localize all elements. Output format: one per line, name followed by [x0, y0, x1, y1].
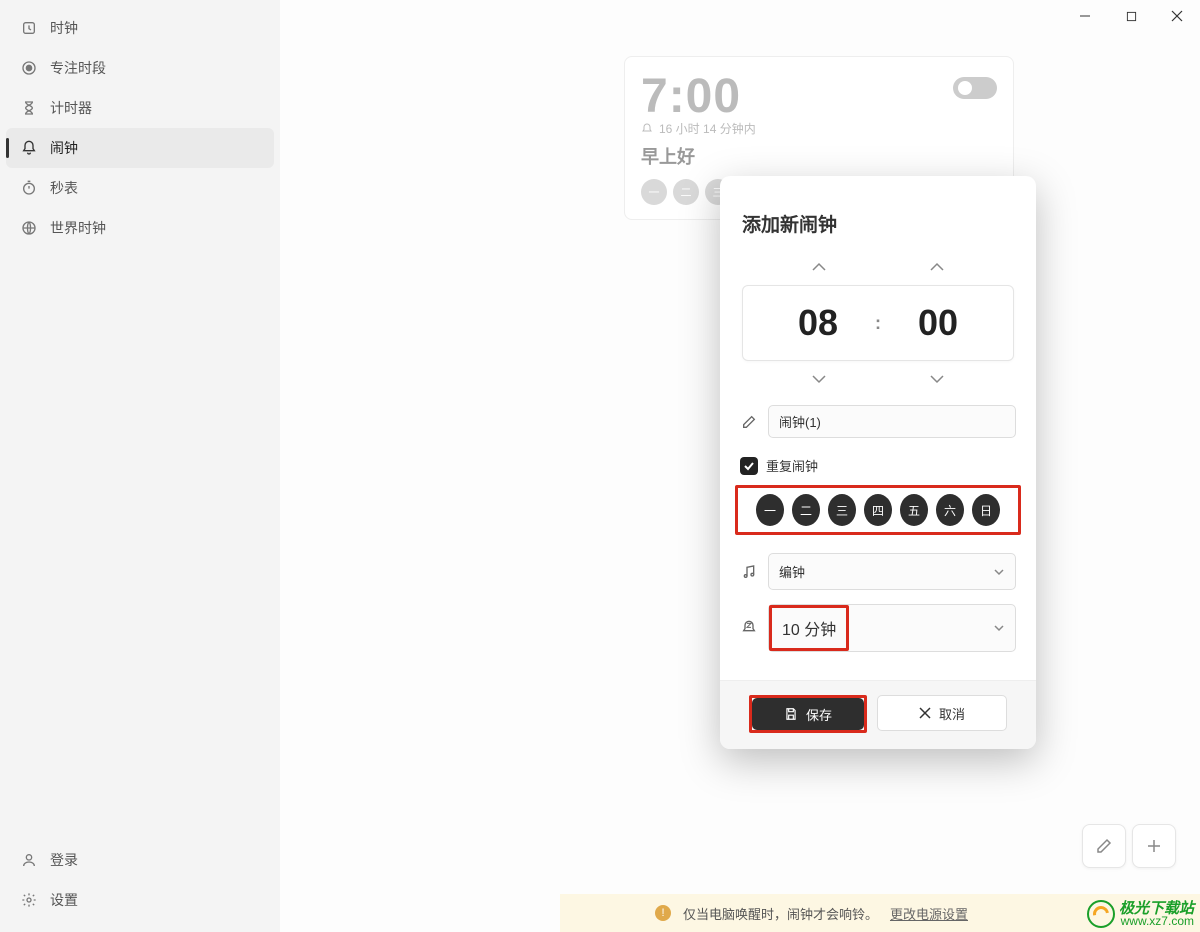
sound-value: 编钟 — [779, 562, 805, 581]
hour-down-button[interactable] — [803, 369, 835, 389]
sidebar-item-label: 时钟 — [50, 18, 78, 38]
stopwatch-icon — [20, 179, 38, 197]
music-icon — [740, 563, 758, 581]
sound-select[interactable]: 编钟 — [768, 553, 1016, 590]
sidebar-item-focus[interactable]: 专注时段 — [0, 48, 280, 88]
repeat-checkbox[interactable] — [740, 457, 758, 475]
repeat-checkbox-row[interactable]: 重复闹钟 — [720, 438, 1036, 483]
days-row-highlight: 一 二 三 四 五 六 日 — [735, 485, 1021, 535]
cancel-button[interactable]: 取消 — [877, 695, 1007, 731]
alarm-label: 早上好 — [641, 143, 997, 169]
maximize-button[interactable] — [1108, 0, 1154, 32]
watermark: 极光下载站 www.xz7.com — [1087, 900, 1194, 928]
alarm-time: 7:00 — [641, 69, 741, 124]
sidebar-item-label: 世界时钟 — [50, 218, 106, 238]
chevron-down-icon — [993, 568, 1005, 576]
clock-icon — [20, 19, 38, 37]
save-button[interactable]: 保存 — [752, 698, 864, 730]
sidebar-list: 时钟 专注时段 计时器 闹钟 — [0, 8, 280, 840]
sidebar-item-settings[interactable]: 设置 — [0, 880, 280, 920]
power-settings-link[interactable]: 更改电源设置 — [890, 904, 968, 923]
add-fab[interactable] — [1132, 824, 1176, 868]
hourglass-icon — [20, 99, 38, 117]
focus-icon — [20, 59, 38, 77]
minute-down-button[interactable] — [921, 369, 953, 389]
chevron-down-icon — [993, 624, 1005, 632]
sidebar-item-label: 闹钟 — [50, 138, 78, 158]
repeat-label: 重复闹钟 — [766, 456, 818, 475]
alarm-name-input[interactable] — [768, 405, 1016, 438]
day-pill: 二 — [673, 179, 699, 205]
day-button-sat[interactable]: 六 — [936, 494, 964, 526]
globe-icon — [20, 219, 38, 237]
day-button-fri[interactable]: 五 — [900, 494, 928, 526]
minute-up-button[interactable] — [921, 257, 953, 277]
sidebar-item-timer[interactable]: 计时器 — [0, 88, 280, 128]
window-controls — [1062, 0, 1200, 32]
dialog-footer: 保存 取消 — [720, 680, 1036, 749]
day-button-sun[interactable]: 日 — [972, 494, 1000, 526]
bell-small-icon — [641, 123, 653, 135]
minute-value[interactable]: 00 — [893, 302, 983, 344]
sidebar-bottom: 登录 设置 — [0, 840, 280, 932]
minimize-button[interactable] — [1062, 0, 1108, 32]
day-button-tue[interactable]: 二 — [792, 494, 820, 526]
save-highlight: 保存 — [749, 695, 867, 733]
snooze-value: 10 分钟 — [772, 608, 846, 648]
alarm-toggle[interactable] — [953, 77, 997, 99]
day-button-thu[interactable]: 四 — [864, 494, 892, 526]
fab-row — [1082, 824, 1176, 868]
alarm-countdown: 16 小时 14 分钟内 — [641, 120, 997, 137]
snooze-highlight: 10 分钟 — [769, 605, 849, 651]
sidebar-item-label: 秒表 — [50, 178, 78, 198]
save-icon — [784, 707, 798, 721]
day-button-wed[interactable]: 三 — [828, 494, 856, 526]
sidebar-item-clock[interactable]: 时钟 — [0, 8, 280, 48]
day-button-mon[interactable]: 一 — [756, 494, 784, 526]
sidebar-item-worldclock[interactable]: 世界时钟 — [0, 208, 280, 248]
user-icon — [20, 851, 38, 869]
gear-icon — [20, 891, 38, 909]
sidebar-item-label: 登录 — [50, 850, 78, 870]
time-separator: : — [875, 313, 881, 334]
watermark-logo-icon — [1087, 900, 1115, 928]
time-picker: 08 : 00 — [720, 247, 1036, 393]
edit-icon — [740, 413, 758, 431]
snooze-select[interactable]: 10 分钟 — [768, 604, 1016, 652]
sidebar-item-stopwatch[interactable]: 秒表 — [0, 168, 280, 208]
close-button[interactable] — [1154, 0, 1200, 32]
time-box: 08 : 00 — [742, 285, 1014, 361]
sidebar-item-label: 专注时段 — [50, 58, 106, 78]
app-window: 时钟 专注时段 计时器 闹钟 — [0, 0, 1200, 932]
snooze-icon — [740, 619, 758, 637]
notice-text: 仅当电脑唤醒时，闹钟才会响铃。 — [683, 904, 878, 923]
sidebar-item-alarm[interactable]: 闹钟 — [6, 128, 274, 168]
sidebar-item-label: 设置 — [50, 890, 78, 910]
dialog-title: 添加新闹钟 — [720, 194, 1036, 247]
add-alarm-dialog: 添加新闹钟 08 : 00 — [720, 176, 1036, 749]
day-pill: 一 — [641, 179, 667, 205]
bell-icon — [20, 139, 38, 157]
edit-fab[interactable] — [1082, 824, 1126, 868]
sidebar: 时钟 专注时段 计时器 闹钟 — [0, 0, 280, 932]
main-area: 7:00 16 小时 14 分钟内 早上好 一 二 三 四 五 添加新闹钟 — [280, 0, 1200, 932]
sidebar-item-label: 计时器 — [50, 98, 92, 118]
watermark-url: www.xz7.com — [1119, 915, 1194, 928]
sidebar-item-login[interactable]: 登录 — [0, 840, 280, 880]
hour-value[interactable]: 08 — [773, 302, 863, 344]
info-icon: ! — [655, 905, 671, 921]
hour-up-button[interactable] — [803, 257, 835, 277]
close-icon — [919, 707, 931, 719]
